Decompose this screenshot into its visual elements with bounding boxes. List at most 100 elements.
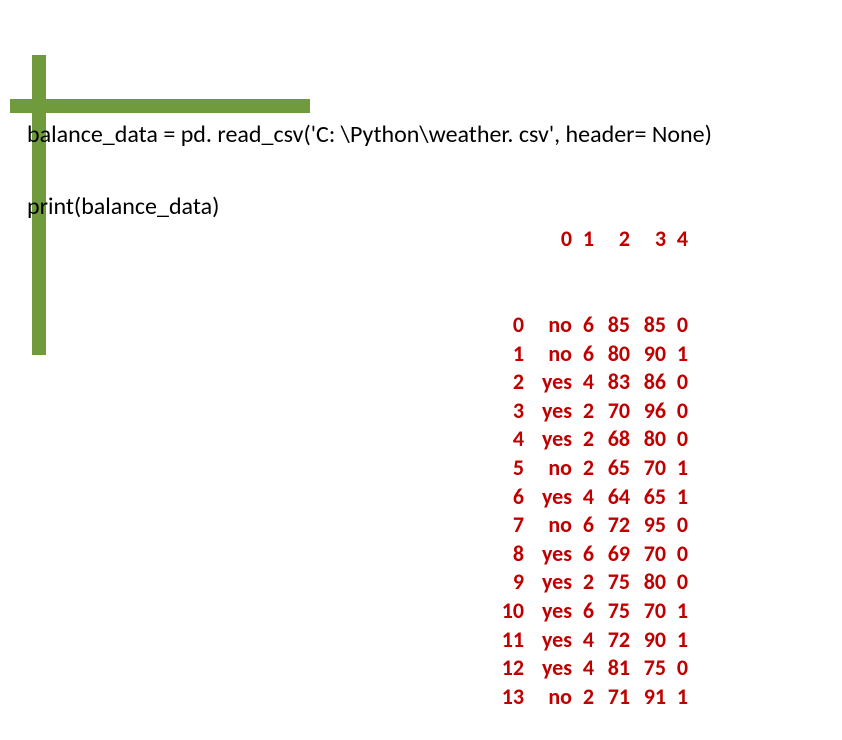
output-cell: 70 bbox=[594, 397, 630, 426]
output-row: 3yes270960 bbox=[490, 397, 688, 426]
output-cell: 70 bbox=[630, 454, 666, 483]
output-row: 12yes481750 bbox=[490, 654, 688, 683]
output-cell: 1 bbox=[666, 340, 688, 369]
slide-decoration-frame bbox=[10, 55, 310, 113]
output-row: 1no680901 bbox=[490, 340, 688, 369]
output-cell: 85 bbox=[630, 311, 666, 340]
output-cell: 3 bbox=[490, 397, 524, 426]
output-cell: 0 bbox=[490, 311, 524, 340]
output-cell: 2 bbox=[572, 568, 594, 597]
output-cell: 6 bbox=[572, 311, 594, 340]
output-cell: 72 bbox=[594, 511, 630, 540]
output-cell: 4 bbox=[572, 626, 594, 655]
output-cell: no bbox=[524, 340, 572, 369]
output-cell: 0 bbox=[666, 540, 688, 569]
output-cell: 0 bbox=[666, 568, 688, 597]
output-cell: 72 bbox=[594, 626, 630, 655]
output-row: 9yes275800 bbox=[490, 568, 688, 597]
output-cell: 64 bbox=[594, 483, 630, 512]
output-cell: 80 bbox=[630, 568, 666, 597]
output-row: 2yes483860 bbox=[490, 368, 688, 397]
output-cell: 2 bbox=[490, 368, 524, 397]
output-cell: 1 bbox=[666, 597, 688, 626]
output-cell: 4 bbox=[490, 425, 524, 454]
output-cell: yes bbox=[524, 597, 572, 626]
output-cell: 65 bbox=[630, 483, 666, 512]
output-cell: 68 bbox=[594, 425, 630, 454]
output-row: 8yes669700 bbox=[490, 540, 688, 569]
output-cell: 96 bbox=[630, 397, 666, 426]
output-cell: 75 bbox=[630, 654, 666, 683]
header-col4: 4 bbox=[666, 225, 688, 254]
output-row: 10yes675701 bbox=[490, 597, 688, 626]
output-cell: 81 bbox=[594, 654, 630, 683]
output-cell: 1 bbox=[666, 454, 688, 483]
output-cell: 4 bbox=[572, 654, 594, 683]
output-cell: 9 bbox=[490, 568, 524, 597]
code-output: 0 1 2 3 4 0no6858501no6809012yes4838603y… bbox=[490, 168, 688, 740]
output-cell: 80 bbox=[630, 425, 666, 454]
output-row: 7no672950 bbox=[490, 511, 688, 540]
output-cell: 2 bbox=[572, 397, 594, 426]
output-cell: 0 bbox=[666, 311, 688, 340]
output-cell: 85 bbox=[594, 311, 630, 340]
output-cell: no bbox=[524, 511, 572, 540]
output-cell: 83 bbox=[594, 368, 630, 397]
output-cell: 65 bbox=[594, 454, 630, 483]
output-cell: 0 bbox=[666, 425, 688, 454]
output-cell: 6 bbox=[572, 340, 594, 369]
output-cell: 6 bbox=[572, 597, 594, 626]
output-row: 6yes464651 bbox=[490, 483, 688, 512]
horizontal-bar bbox=[10, 99, 310, 113]
output-cell: 80 bbox=[594, 340, 630, 369]
output-cell: 0 bbox=[666, 397, 688, 426]
output-cell: 90 bbox=[630, 626, 666, 655]
header-index bbox=[490, 225, 524, 254]
output-row: 0no685850 bbox=[490, 311, 688, 340]
output-header: 0 1 2 3 4 bbox=[490, 225, 688, 254]
output-cell: 71 bbox=[594, 683, 630, 712]
output-cell: no bbox=[524, 683, 572, 712]
output-cell: yes bbox=[524, 483, 572, 512]
output-cell: yes bbox=[524, 368, 572, 397]
output-cell: 6 bbox=[572, 540, 594, 569]
header-col3: 3 bbox=[630, 225, 666, 254]
output-cell: 2 bbox=[572, 454, 594, 483]
output-cell: 70 bbox=[630, 540, 666, 569]
output-cell: 1 bbox=[666, 483, 688, 512]
output-cell: 8 bbox=[490, 540, 524, 569]
output-cell: yes bbox=[524, 654, 572, 683]
output-cell: 11 bbox=[490, 626, 524, 655]
output-cell: yes bbox=[524, 540, 572, 569]
output-cell: 2 bbox=[572, 425, 594, 454]
output-cell: no bbox=[524, 311, 572, 340]
header-col2: 2 bbox=[594, 225, 630, 254]
output-cell: 95 bbox=[630, 511, 666, 540]
output-cell: 70 bbox=[630, 597, 666, 626]
code-line-1: balance_data = pd. read_csv('C: \Python\… bbox=[27, 120, 712, 149]
code-line-2: print(balance_data) bbox=[27, 192, 219, 221]
output-cell: 0 bbox=[666, 654, 688, 683]
output-row: 5no265701 bbox=[490, 454, 688, 483]
output-row: 11yes472901 bbox=[490, 626, 688, 655]
output-row: 13no271911 bbox=[490, 683, 688, 712]
output-cell: 6 bbox=[572, 511, 594, 540]
output-cell: 1 bbox=[490, 340, 524, 369]
output-cell: 1 bbox=[666, 626, 688, 655]
output-cell: 1 bbox=[666, 683, 688, 712]
output-cell: 75 bbox=[594, 597, 630, 626]
output-cell: 75 bbox=[594, 568, 630, 597]
output-cell: yes bbox=[524, 397, 572, 426]
output-cell: no bbox=[524, 454, 572, 483]
output-cell: yes bbox=[524, 626, 572, 655]
output-cell: 2 bbox=[572, 683, 594, 712]
output-cell: 13 bbox=[490, 683, 524, 712]
output-cell: 7 bbox=[490, 511, 524, 540]
output-cell: 69 bbox=[594, 540, 630, 569]
output-cell: 4 bbox=[572, 368, 594, 397]
output-cell: 12 bbox=[490, 654, 524, 683]
output-cell: 90 bbox=[630, 340, 666, 369]
output-cell: 4 bbox=[572, 483, 594, 512]
output-cell: yes bbox=[524, 568, 572, 597]
output-cell: 6 bbox=[490, 483, 524, 512]
